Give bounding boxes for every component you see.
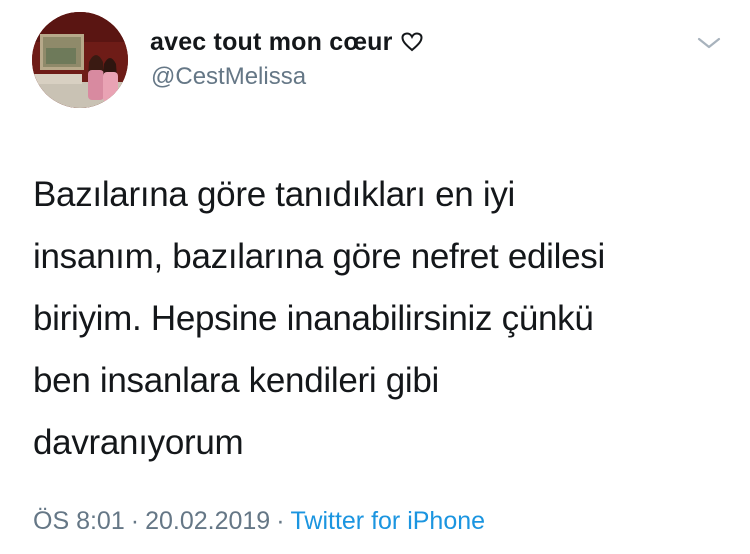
tweet-card: avec tout mon cœur @CestMelissa Bazıları… xyxy=(0,0,750,554)
display-name-text: avec tout mon cœur xyxy=(150,28,393,56)
tweet-time[interactable]: ÖS 8:01 xyxy=(33,507,125,535)
meta-separator: · xyxy=(276,507,285,535)
tweet-text-line: biriyim. Hepsine inanabilirsiniz çünkü xyxy=(33,299,594,338)
tweet-source-link[interactable]: Twitter for iPhone xyxy=(291,507,486,535)
tweet-text-line: Bazılarına göre tanıdıkları en iyi xyxy=(33,175,516,214)
tweet-text-line: ben insanlara kendileri gibi xyxy=(33,361,440,400)
tweet-date[interactable]: 20.02.2019 xyxy=(145,507,270,535)
tweet-text-line: insanım, bazılarına göre nefret edilesi xyxy=(33,237,605,276)
meta-separator: · xyxy=(130,507,140,535)
avatar[interactable] xyxy=(32,12,128,108)
tweet-text: Bazılarına göre tanıdıkları en iyi insan… xyxy=(33,164,723,474)
heart-outline-icon xyxy=(401,32,423,52)
avatar-photo xyxy=(32,12,128,108)
tweet-text-line: davranıyorum xyxy=(33,423,244,462)
display-name[interactable]: avec tout mon cœur xyxy=(150,28,423,57)
tweet-meta: ÖS 8:01 · 20.02.2019 · Twitter for iPhone xyxy=(33,507,485,536)
chevron-down-icon[interactable] xyxy=(696,34,722,52)
user-handle[interactable]: @CestMelissa xyxy=(151,63,306,91)
